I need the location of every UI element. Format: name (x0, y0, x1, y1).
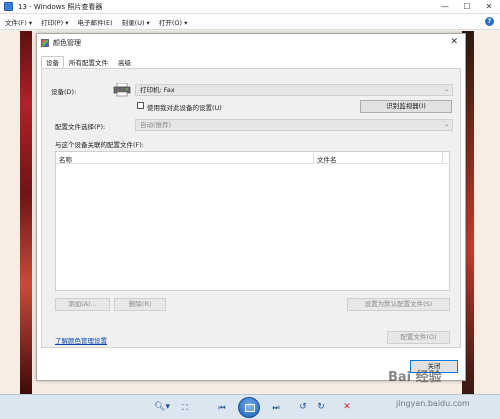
menu-print[interactable]: 打印(P) ▾ (41, 17, 68, 27)
photo-strip-left (20, 31, 32, 394)
remove-button[interactable]: 删除(R) (114, 298, 166, 311)
use-settings-checkbox[interactable] (137, 102, 144, 109)
column-divider[interactable] (442, 153, 443, 163)
tab-advanced[interactable]: 高级 (113, 56, 136, 68)
dialog-close-icon[interactable]: ✕ (450, 37, 458, 47)
dialog-title: 颜色管理 (53, 39, 81, 47)
set-default-profile-button[interactable]: 设置为默认配置文件(S) (347, 298, 450, 311)
chevron-down-icon: ⌄ (443, 86, 449, 93)
add-button[interactable]: 添加(A)... (55, 298, 110, 311)
device-label: 设备(D): (51, 88, 77, 96)
color-management-dialog: 颜色管理 ✕ 设备 所有配置文件 高级 设备(D): 打印机: Fax ⌄ 使用… (36, 33, 466, 381)
watermark-url: jingyan.baidu.com (396, 399, 470, 408)
learn-color-management-link[interactable]: 了解颜色管理设置 (55, 335, 107, 345)
dialog-titlebar: 颜色管理 ✕ (37, 34, 465, 52)
window-title: 13 - Windows 照片查看器 (18, 2, 103, 11)
photo-viewer-icon (4, 2, 13, 11)
profile-select[interactable]: 自动(推荐) ⌄ (135, 119, 453, 131)
tab-devices[interactable]: 设备 (41, 56, 64, 68)
minimize-button[interactable]: — (434, 0, 456, 14)
profiles-button[interactable]: 配置文件(O) (387, 331, 450, 344)
menu-email[interactable]: 电子邮件(E) (77, 17, 112, 27)
identify-monitors-button[interactable]: 识别监视器(I) (360, 100, 452, 113)
device-select-value: 打印机: Fax (140, 86, 175, 94)
devices-panel: 设备(D): 打印机: Fax ⌄ 使用我对此设备的设置(U) 识别监视器(I)… (41, 68, 461, 348)
close-window-button[interactable]: ✕ (478, 0, 500, 14)
zoom-icon[interactable]: 🔍︎▾ (150, 401, 174, 414)
device-select[interactable]: 打印机: Fax ⌄ (135, 84, 453, 96)
printer-icon (113, 83, 131, 97)
column-name[interactable]: 名称 (59, 154, 72, 164)
next-icon[interactable]: ⏭ (266, 401, 286, 414)
menu-file[interactable]: 文件(F) ▾ (5, 17, 32, 27)
color-management-icon (41, 39, 49, 47)
dialog-tabs: 设备 所有配置文件 高级 (41, 56, 136, 68)
menu-open[interactable]: 打开(O) ▾ (159, 17, 188, 27)
viewer-titlebar: 13 - Windows 照片查看器 — ☐ ✕ (0, 0, 500, 14)
profiles-list-header: 名称 文件名 (56, 152, 449, 164)
rotate-right-icon[interactable]: ↻ (314, 401, 328, 414)
chevron-down-icon: ⌄ (443, 121, 449, 128)
tab-all-profiles[interactable]: 所有配置文件 (64, 56, 113, 68)
watermark-logo: Bai 经验 (388, 370, 442, 385)
delete-icon[interactable]: ✕ (340, 401, 354, 414)
associated-profiles-label: 与这个设备关联的配置文件(F): (55, 141, 145, 149)
slideshow-button[interactable] (238, 397, 260, 418)
column-divider[interactable] (313, 153, 314, 163)
profiles-list[interactable]: 名称 文件名 (55, 151, 450, 291)
window-controls: — ☐ ✕ (434, 0, 500, 14)
slideshow-icon (245, 404, 255, 412)
previous-icon[interactable]: ⏮ (212, 401, 232, 414)
profile-select-value: 自动(推荐) (140, 121, 172, 129)
menu-burn[interactable]: 刻录(U) ▾ (122, 17, 150, 27)
help-icon[interactable]: ? (485, 17, 494, 26)
column-filename[interactable]: 文件名 (317, 154, 337, 164)
actual-size-icon[interactable]: ⛶ (178, 401, 192, 414)
rotate-left-icon[interactable]: ↺ (296, 401, 310, 414)
maximize-button[interactable]: ☐ (456, 0, 478, 14)
profile-select-label: 配置文件选择(P): (55, 123, 106, 131)
viewer-menubar: 文件(F) ▾ 打印(P) ▾ 电子邮件(E) 刻录(U) ▾ 打开(O) ▾ … (0, 14, 500, 30)
use-settings-label[interactable]: 使用我对此设备的设置(U) (147, 102, 222, 112)
